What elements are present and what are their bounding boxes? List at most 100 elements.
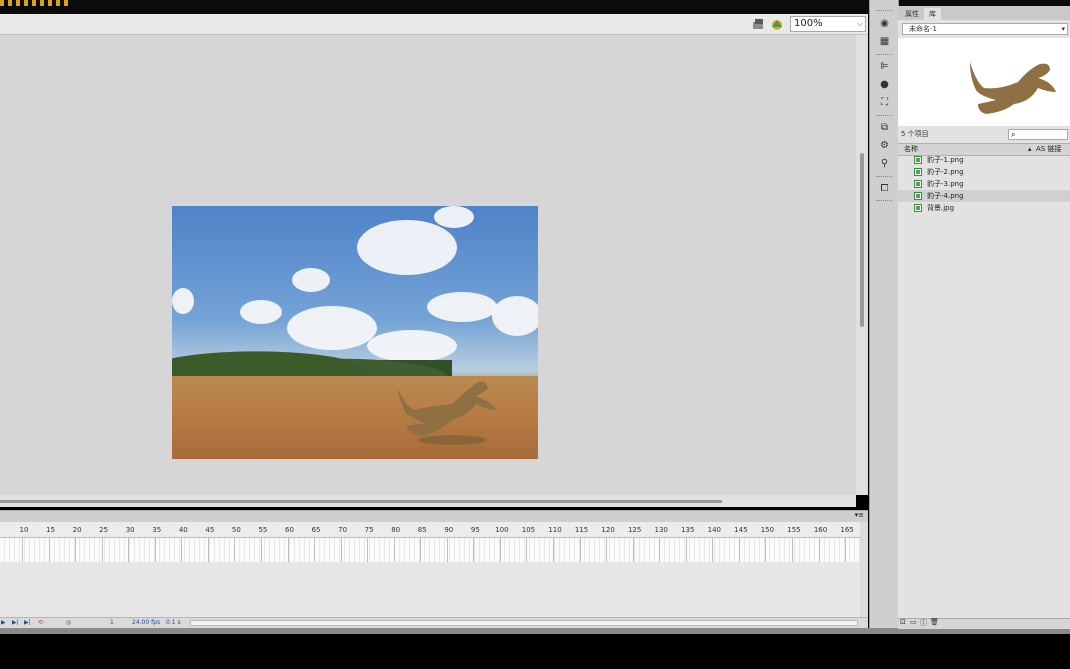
frame-marker bbox=[712, 538, 714, 562]
timeline-frames[interactable] bbox=[0, 538, 860, 562]
chevron-down-icon: ▾ bbox=[1061, 25, 1065, 33]
new-symbol-icon[interactable]: ⊡ bbox=[900, 618, 906, 626]
tab-library[interactable]: 库 bbox=[924, 8, 941, 20]
timeline-tick-label: 105 bbox=[521, 526, 536, 534]
zoom-value: 100% bbox=[794, 18, 823, 29]
timeline-tick-label: 85 bbox=[417, 526, 427, 534]
timeline-horizontal-scrollbar[interactable] bbox=[190, 620, 858, 626]
timeline-tick-label: 70 bbox=[338, 526, 348, 534]
library-item-name: 豹子-1.png bbox=[927, 156, 964, 164]
timeline-tick-label: 95 bbox=[470, 526, 480, 534]
zoom-select[interactable]: 100% ⌵ bbox=[790, 16, 866, 32]
frame-marker bbox=[473, 538, 475, 562]
timeline-tick-label: 10 bbox=[19, 526, 29, 534]
timeline-tick-label: 80 bbox=[391, 526, 401, 534]
timeline-tick-label: 130 bbox=[654, 526, 668, 534]
info-icon[interactable]: ● bbox=[878, 78, 891, 91]
stage-pasteboard[interactable] bbox=[0, 35, 856, 495]
bitmap-icon bbox=[914, 156, 922, 164]
frame-rate[interactable]: 24.00 fps bbox=[132, 618, 160, 628]
bitmap-icon bbox=[914, 204, 922, 212]
color-icon[interactable]: ◉ bbox=[878, 17, 891, 30]
frame-marker bbox=[553, 538, 554, 562]
elapsed-time: 0.1 s bbox=[166, 619, 181, 626]
go-to-last-frame-icon[interactable]: ▶| bbox=[24, 618, 31, 628]
frame-marker bbox=[659, 538, 661, 562]
timeline-layer-area[interactable] bbox=[0, 562, 860, 617]
library-item[interactable]: 豹子-1.png bbox=[898, 154, 1070, 166]
frame-marker bbox=[393, 538, 395, 562]
timeline-tick-label: 20 bbox=[72, 526, 82, 534]
library-item-name: 豹子-4.png bbox=[927, 192, 964, 200]
new-folder-icon[interactable]: ▭ bbox=[910, 618, 917, 626]
document-select[interactable]: 未命名-1 ▾ bbox=[902, 23, 1068, 35]
scroll-thumb[interactable] bbox=[860, 153, 864, 327]
scroll-thumb[interactable] bbox=[0, 500, 722, 503]
timeline-tick-label: 90 bbox=[444, 526, 454, 534]
timeline-tick-label: 125 bbox=[627, 526, 642, 534]
timeline-tick-label: 75 bbox=[364, 526, 374, 534]
library-item[interactable]: 豹子-3.png bbox=[898, 178, 1070, 190]
motion-presets-icon[interactable]: ⚲ bbox=[878, 157, 891, 170]
timeline-tick-label: 35 bbox=[152, 526, 162, 534]
document-name: 未命名-1 bbox=[909, 25, 937, 33]
timeline-ruler[interactable]: 10 15 20 25 30 35 40 45 50 55 60 65 70 75 80 85 90 95 100 1… bbox=[0, 522, 860, 538]
timeline-tick-label: 155 bbox=[787, 526, 801, 534]
properties-icon[interactable]: ⓘ bbox=[920, 618, 927, 628]
library-item-name: 豹子-2.png bbox=[927, 168, 964, 176]
bitmap-icon bbox=[914, 168, 922, 176]
delete-icon[interactable]: 🗑 bbox=[930, 618, 939, 626]
library-footer-toolbar: ⊡ ▭ ⓘ 🗑 bbox=[898, 618, 1070, 629]
components-icon[interactable]: ⚙ bbox=[878, 139, 891, 152]
chevron-down-icon: ⌵ bbox=[856, 19, 863, 28]
timeline-tick-label: 160 bbox=[813, 526, 828, 534]
library-panel: 属性 库 未命名-1 ▾ 5 个项目 ⌕ 名称 ▴ AS 链接 豹子-1.png… bbox=[898, 6, 1070, 629]
library-tabs: 属性 库 bbox=[898, 6, 1070, 20]
code-snippets-icon[interactable]: ⧉ bbox=[878, 121, 891, 134]
library-item-selected[interactable]: 豹子-4.png bbox=[898, 190, 1070, 202]
timeline-tick-label: 65 bbox=[311, 526, 321, 534]
align-icon[interactable]: ⊫ bbox=[878, 60, 891, 73]
scene-icon[interactable]: ⧠ bbox=[878, 182, 891, 195]
cheetah-preview-image bbox=[970, 62, 1056, 114]
timeline-tick-label: 30 bbox=[125, 526, 135, 534]
swatches-icon[interactable]: ▦ bbox=[878, 35, 891, 48]
timeline-tick-label: 45 bbox=[205, 526, 215, 534]
library-item-name: 豹子-3.png bbox=[927, 180, 964, 188]
edit-symbols-icon[interactable] bbox=[752, 17, 766, 31]
title-bar-menu-glyphs bbox=[0, 0, 70, 6]
onion-skin-icon[interactable]: ◎ bbox=[66, 618, 71, 628]
stage-canvas-background-image[interactable] bbox=[172, 206, 538, 459]
stage-horizontal-scrollbar[interactable] bbox=[0, 495, 856, 507]
cheetah-figure[interactable] bbox=[392, 376, 502, 446]
play-icon[interactable]: ▶ bbox=[1, 618, 6, 628]
timeline-tick-label: 50 bbox=[231, 526, 241, 534]
frame-marker bbox=[632, 538, 634, 562]
edit-scene-icon[interactable] bbox=[770, 17, 784, 31]
tab-properties[interactable]: 属性 bbox=[900, 8, 924, 20]
library-item[interactable]: 豹子-2.png bbox=[898, 166, 1070, 178]
frame-marker bbox=[685, 538, 687, 562]
frame-marker bbox=[234, 538, 236, 562]
frame-marker bbox=[446, 538, 448, 562]
panel-menu-icon[interactable]: ▾≡ bbox=[855, 511, 864, 519]
frame-marker bbox=[791, 538, 793, 562]
frame-marker bbox=[845, 538, 847, 562]
frame-marker bbox=[181, 538, 183, 562]
frame-marker bbox=[526, 538, 528, 562]
frame-marker bbox=[420, 538, 422, 562]
stage-vertical-scrollbar[interactable] bbox=[856, 35, 868, 495]
frame-marker bbox=[606, 538, 608, 562]
library-search-input[interactable]: ⌕ bbox=[1008, 129, 1068, 140]
frame-marker bbox=[48, 538, 50, 562]
timeline-tick-label: 150 bbox=[760, 526, 775, 534]
library-item-name: 背景.jpg bbox=[927, 204, 955, 212]
timeline-vertical-scrollbar[interactable] bbox=[860, 522, 868, 617]
transform-icon[interactable]: ⛶ bbox=[878, 96, 891, 109]
current-frame: 1 bbox=[110, 619, 114, 626]
library-item[interactable]: 背景.jpg bbox=[898, 202, 1070, 214]
step-forward-icon[interactable]: ▶| bbox=[12, 618, 19, 628]
timeline-tick-label: 120 bbox=[601, 526, 615, 534]
loop-icon[interactable]: ⟲ bbox=[38, 618, 43, 628]
screen-bottom bbox=[0, 634, 1070, 669]
